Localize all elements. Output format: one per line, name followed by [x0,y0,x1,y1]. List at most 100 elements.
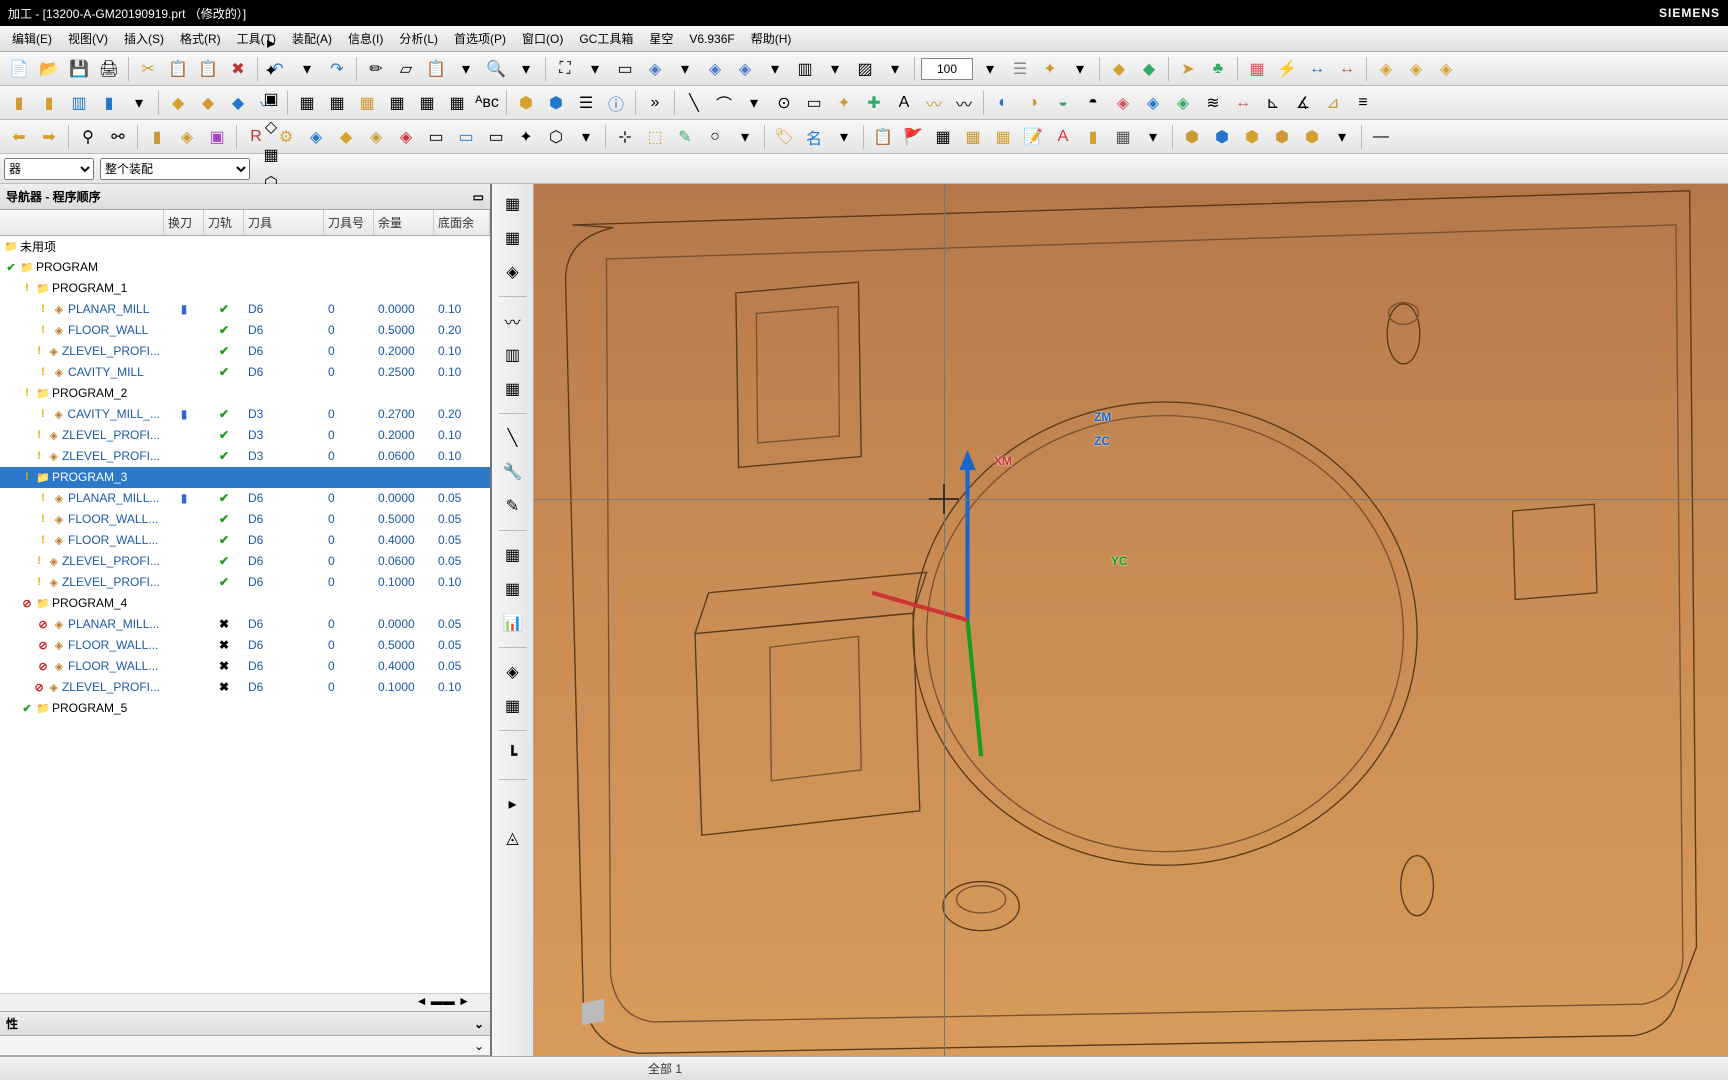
tree-row[interactable]: !📁PROGRAM_1 [0,278,490,299]
solid1-icon[interactable]: ▮ [143,123,171,151]
star-icon[interactable]: ✦ [830,89,858,117]
name-icon[interactable]: 名 [800,123,828,151]
table-icon[interactable]: ▦ [929,123,957,151]
tree-row[interactable]: ✔📁PROGRAM [0,257,490,278]
mid-btn-21[interactable]: ▸ [499,790,527,818]
new-icon[interactable]: 📄 [5,55,33,83]
col-name[interactable] [0,210,164,235]
op1-icon[interactable]: ▮ [5,89,33,117]
col-num[interactable]: 刀具号 [324,210,374,235]
sheet3-icon[interactable]: ◈ [362,123,390,151]
mid-btn-4[interactable]: 〰 [499,307,527,335]
col-bot[interactable]: 底面余 [434,210,490,235]
tool1-icon[interactable]: ⬢ [512,89,540,117]
gen4-icon[interactable]: ▦ [383,89,411,117]
mid-btn-14[interactable]: 📊 [499,609,527,637]
brush-icon[interactable]: ✏ [362,55,390,83]
cross-icon[interactable]: ✚ [860,89,888,117]
cube3-dd[interactable]: ▾ [761,55,789,83]
text-icon[interactable]: ᴬʙᴄ [473,89,501,117]
tree-row[interactable]: !◈ZLEVEL_PROFI...✔D600.20000.10 [0,341,490,362]
mid-btn-2[interactable]: ◈ [499,258,527,286]
asm4-icon[interactable]: ⬢ [1268,123,1296,151]
ruler2-icon[interactable]: ↔ [1333,55,1361,83]
mill3-icon[interactable]: ◆ [224,89,252,117]
proj1-icon[interactable]: ◐ [989,89,1017,117]
diamond1-icon[interactable]: ◆ [1105,55,1133,83]
meas1-icon[interactable]: ↔ [1229,89,1257,117]
tool3-icon[interactable]: ☰ [572,89,600,117]
menu-7[interactable]: 分析(L) [391,28,446,49]
fwd-icon[interactable]: ➡ [35,123,63,151]
3d-viewport[interactable]: ZM ZC YC XM [534,184,1728,1056]
club-icon[interactable]: ♣ [1204,55,1232,83]
solid3-icon[interactable]: ▣ [203,123,231,151]
sheet1-icon[interactable]: ◈ [302,123,330,151]
hex-dd[interactable]: ▾ [572,123,600,151]
sheet6-icon[interactable]: ▭ [482,123,510,151]
clipboard-icon[interactable]: 📋 [422,55,450,83]
mid-btn-10[interactable]: ✎ [499,492,527,520]
col-path[interactable]: 刀轨 [204,210,244,235]
curve1-icon[interactable]: 〰 [920,89,948,117]
tree-row[interactable]: !◈PLANAR_MILL...▮✔D600.00000.05 [0,488,490,509]
menu-3[interactable]: 格式(R) [172,28,229,49]
gold2-icon[interactable]: ◈ [1402,55,1430,83]
tree-row[interactable]: !◈CAVITY_MILL_...▮✔D300.27000.20 [0,404,490,425]
op4-icon[interactable]: ▮ [95,89,123,117]
flag-icon[interactable]: 🚩 [899,123,927,151]
gen2-icon[interactable]: ▦ [323,89,351,117]
axis-dd[interactable]: ▾ [1066,55,1094,83]
box-icon[interactable]: ▭ [611,55,639,83]
gen3-icon[interactable]: ▦ [353,89,381,117]
tool2-icon[interactable]: ⬢ [542,89,570,117]
asm1-icon[interactable]: ⬢ [1178,123,1206,151]
chevron-down-icon[interactable]: ⌄ [474,1017,484,1031]
tree-row[interactable]: !◈FLOOR_WALL✔D600.50000.20 [0,320,490,341]
fb5-icon[interactable]: ▦ [257,141,285,169]
op4-dd[interactable]: ▾ [125,89,153,117]
hex-icon[interactable]: ⬡ [542,123,570,151]
meas3-icon[interactable]: ∡ [1289,89,1317,117]
filter-select-2[interactable]: 整个装配 [100,158,250,180]
rect-icon[interactable]: ▭ [800,89,828,117]
link-icon[interactable]: ⚲ [74,123,102,151]
tree-row[interactable]: ⊘◈ZLEVEL_PROFI...✖D600.10000.10 [0,677,490,698]
redo-icon[interactable]: ↷ [323,55,351,83]
undo-dd-icon[interactable]: ▾ [293,55,321,83]
menu-10[interactable]: GC工具箱 [571,28,641,49]
menu-12[interactable]: V6.936F [681,30,742,48]
clipboard-dd[interactable]: ▾ [452,55,480,83]
diamond2-icon[interactable]: ◆ [1135,55,1163,83]
tree-row[interactable]: !◈FLOOR_WALL...✔D600.40000.05 [0,530,490,551]
tree-row[interactable]: !◈ZLEVEL_PROFI...✔D300.20000.10 [0,425,490,446]
mid-btn-12[interactable]: ▦ [499,541,527,569]
open-icon[interactable]: 📂 [35,55,63,83]
op3-icon[interactable]: ▥ [65,89,93,117]
proj6-icon[interactable]: ◈ [1139,89,1167,117]
menu-5[interactable]: 装配(A) [284,28,340,49]
menu-1[interactable]: 视图(V) [60,28,116,49]
search-icon[interactable]: 🔍 [482,55,510,83]
mid-btn-8[interactable]: ╲ [499,424,527,452]
cube3-icon[interactable]: ◈ [731,55,759,83]
tree-row[interactable]: !◈ZLEVEL_PROFI...✔D300.06000.10 [0,446,490,467]
menu-9[interactable]: 窗口(O) [514,28,571,49]
cube1-icon[interactable]: ◈ [641,55,669,83]
mid-btn-22[interactable]: ◬ [499,824,527,852]
tree-row[interactable]: !◈FLOOR_WALL...✔D600.50000.05 [0,509,490,530]
tree-row[interactable]: 📁未用项 [0,236,490,257]
fit-icon[interactable]: ⛶ [551,55,579,83]
tree-row[interactable]: ⊘◈FLOOR_WALL...✖D600.40000.05 [0,656,490,677]
copy-icon[interactable]: 📋 [164,55,192,83]
curve2-icon[interactable]: 〰 [950,89,978,117]
grid-icon[interactable]: ▦ [1243,55,1271,83]
mid-btn-19[interactable]: ┗ [499,741,527,769]
tree-row[interactable]: !◈PLANAR_MILL▮✔D600.00000.10 [0,299,490,320]
mid-btn-0[interactable]: ▦ [499,190,527,218]
clip-dd[interactable]: ▾ [881,55,909,83]
mid-btn-13[interactable]: ▦ [499,575,527,603]
meas2-icon[interactable]: ⊾ [1259,89,1287,117]
table2-icon[interactable]: ▦ [959,123,987,151]
fit-dd[interactable]: ▾ [581,55,609,83]
